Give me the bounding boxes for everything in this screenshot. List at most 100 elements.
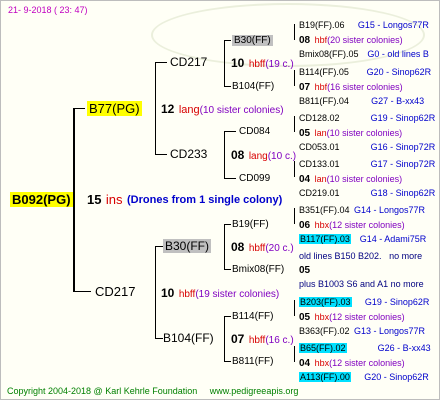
count: 12: [161, 102, 175, 116]
leaf-code: G13 - Longos77R: [353, 326, 426, 336]
text: lang: [178, 104, 200, 116]
leaf-code: G15 - Longos77R: [357, 20, 429, 30]
note: (12 sister colonies): [329, 312, 405, 322]
text: hbff: [248, 335, 266, 346]
uu-mother[interactable]: B30(FF): [232, 34, 273, 47]
tree-line: [155, 154, 167, 155]
note: (20 c.): [265, 243, 294, 254]
leaf-row: B117(FF).03 G14 - Adami75R: [299, 231, 426, 246]
root-queen-name: B092(PG): [10, 192, 73, 207]
leaf-row: B19(FF).06 G15 - Longos77R: [299, 17, 429, 32]
count: 08: [231, 148, 245, 162]
text: hbff: [248, 59, 266, 70]
leaf-name: B351(FF).04: [299, 205, 350, 215]
ld-drone[interactable]: B811(FF): [232, 355, 274, 368]
qum-summary: 10 hbff(19 c.): [231, 56, 294, 71]
leaf-code: G20 - Sinop62R: [366, 67, 432, 77]
text: hbx: [314, 312, 330, 322]
leaf-row: CD128.02 G19 - Sinop62R: [299, 110, 435, 125]
name: B30(FF): [232, 35, 273, 46]
tree-line: [224, 86, 231, 87]
tree-line: [294, 24, 295, 40]
queen-upper[interactable]: B77(PG): [87, 101, 142, 116]
queen-upper-mother[interactable]: CD217: [170, 56, 207, 69]
root-summary: 15 ins: [87, 193, 123, 206]
queen-lower-mother[interactable]: B30(FF): [163, 239, 212, 253]
tree-line: [224, 224, 225, 269]
note: (10 c.): [267, 151, 297, 162]
leaf-name: B117(FF).03: [299, 234, 351, 244]
queen-lower-drone[interactable]: B104(FF): [163, 332, 214, 345]
tree-line: [73, 291, 91, 292]
tree-line: [224, 361, 231, 362]
leaf-code: G27 - B-xx43: [371, 96, 425, 106]
tree-line: [224, 269, 231, 270]
count: 06: [299, 220, 311, 231]
tree-line: [294, 346, 295, 362]
leaf-name: B203(FF).03: [299, 297, 352, 307]
ld-mother[interactable]: B114(FF): [232, 310, 274, 323]
tree-line: [155, 246, 163, 247]
leaf-name: CD133.01: [299, 159, 340, 169]
tree-line: [224, 224, 231, 225]
tree-line: [224, 316, 225, 361]
text: lan: [314, 174, 327, 184]
leaf-name: B363(FF).02: [299, 326, 350, 336]
tree-line: [73, 108, 85, 109]
count: 10: [231, 56, 245, 70]
copyright: Copyright 2004-2018 @ Karl Kehrle Founda…: [7, 386, 198, 396]
tree-line: [294, 208, 295, 224]
text: hbff: [248, 243, 266, 254]
leaf-row: B114(FF).05 G20 - Sinop62R: [299, 64, 431, 79]
text: lan: [314, 128, 327, 138]
note-text: no more: [390, 279, 424, 289]
queen-upper-name: B77(PG): [87, 101, 142, 116]
count: 07: [299, 82, 311, 93]
note-text: plus B1003 S6 and A1: [299, 279, 389, 289]
timestamp: 21- 9-2018 ( 23: 47): [8, 5, 88, 15]
queen-upper-drone[interactable]: CD233: [170, 148, 207, 161]
count: 05: [299, 128, 311, 139]
leaf-code: G17 - Sinop72R: [370, 159, 436, 169]
leaf-row: CD133.01 G17 - Sinop72R: [299, 156, 435, 171]
leaf-row: B811(FF).04 G27 - B-xx43: [299, 93, 424, 108]
lu-drone-count: 05: [299, 265, 311, 276]
ud-drone[interactable]: CD099: [239, 172, 270, 185]
tree-line: [155, 246, 156, 338]
uu-drone[interactable]: B104(FF): [232, 80, 274, 93]
text: hbf: [314, 35, 328, 45]
tree-line: [224, 40, 231, 41]
leaf-row: CD053.01 G16 - Sinop72R: [299, 139, 435, 154]
leaf-row: B65(FF).02 G26 - B-xx43: [299, 340, 431, 355]
leaf-code: G18 - Sinop62R: [370, 188, 436, 198]
leaf-name: CD128.02: [299, 113, 340, 123]
queen-lower[interactable]: CD217: [95, 285, 135, 298]
count: 08: [231, 240, 245, 254]
note: (10 sister colonies): [199, 105, 284, 116]
tree-line: [224, 316, 231, 317]
leaf-code: G19 - Sinop62R: [364, 297, 430, 307]
leaf-name: CD219.01: [299, 188, 340, 198]
text: lang: [248, 151, 268, 162]
lu-drone[interactable]: Bmix08(FF): [232, 263, 284, 276]
tree-line: [224, 40, 225, 86]
root-queen[interactable]: B092(PG): [10, 192, 73, 207]
tree-line: [294, 116, 295, 132]
tree-line: [224, 178, 236, 179]
root-count: 15: [87, 192, 102, 207]
note: (19 sister colonies): [195, 289, 280, 300]
leaf-name: B114(FF).05: [299, 67, 349, 77]
root-text: ins: [105, 192, 123, 207]
tree-line: [294, 70, 295, 86]
count: 07: [231, 332, 245, 346]
leaf-code: G16 - Sinop72R: [370, 142, 436, 152]
drone-note-line1: old lines B150 B202. no more: [299, 250, 422, 263]
leaf-code: G26 - B-xx43: [377, 343, 431, 353]
tree-line: [294, 300, 295, 316]
lu-mother[interactable]: B19(FF): [232, 218, 269, 231]
text: hbff: [178, 289, 196, 300]
text: hbx: [314, 358, 330, 368]
ud-mother[interactable]: CD084: [239, 125, 270, 138]
leaf-code: G14 - Longos77R: [353, 205, 426, 215]
website-link[interactable]: www.pedigreeapis.org: [210, 386, 299, 396]
